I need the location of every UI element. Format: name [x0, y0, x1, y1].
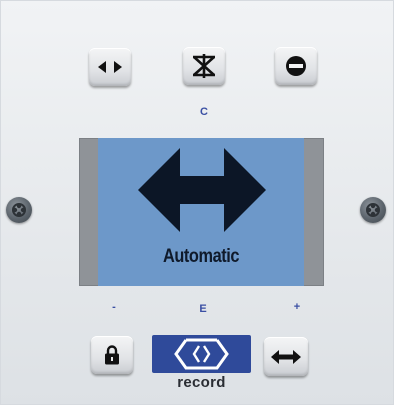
- label-minus: -: [112, 301, 116, 313]
- off-button[interactable]: [275, 47, 317, 85]
- record-logo-icon: [174, 338, 229, 370]
- display-mode-text: Automatic: [162, 246, 240, 267]
- brand-name: record: [177, 374, 226, 391]
- record-logo: [152, 335, 251, 373]
- star-button[interactable]: [183, 47, 225, 85]
- screw-head-icon: [12, 203, 26, 217]
- lock-button[interactable]: [91, 336, 133, 374]
- double-arrow-icon: [271, 349, 301, 364]
- control-panel: C - E + Automatic record: [0, 0, 394, 405]
- automatic-button[interactable]: [264, 337, 308, 376]
- direction-button[interactable]: [89, 48, 131, 86]
- left-right-triangles-icon: [98, 61, 122, 73]
- screw-left: [6, 197, 32, 223]
- double-arrow-icon: [138, 148, 266, 232]
- screw-right: [360, 197, 386, 223]
- label-c: C: [200, 106, 208, 118]
- label-plus: +: [293, 301, 301, 313]
- asterisk-icon: [193, 54, 215, 78]
- label-e: E: [199, 303, 207, 315]
- padlock-icon: [105, 345, 119, 365]
- no-entry-icon: [286, 56, 306, 76]
- screw-head-icon: [366, 203, 380, 217]
